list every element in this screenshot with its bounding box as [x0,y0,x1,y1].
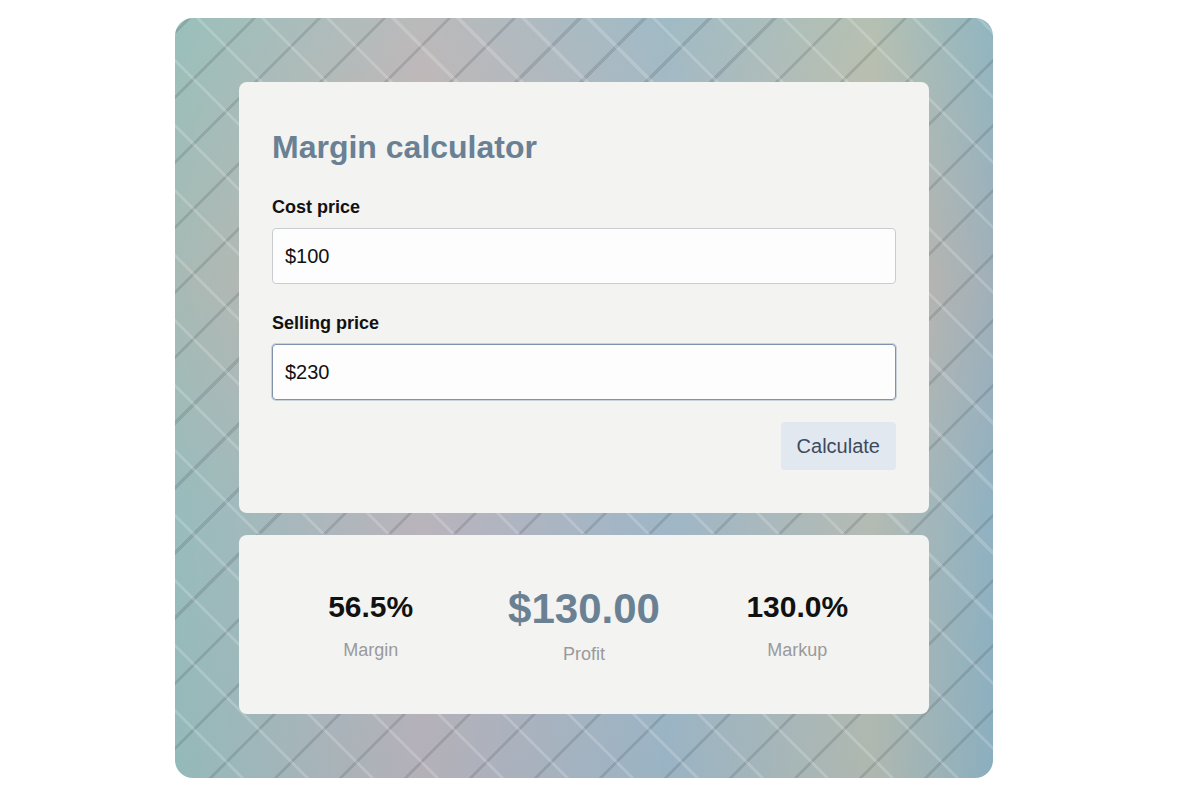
result-stat: $130.00 Profit [477,585,690,665]
result-value: 130.0% [746,589,848,625]
field-label: Selling price [272,312,896,334]
result-value: 56.5% [328,589,413,625]
result-label: Markup [767,639,827,661]
results-card: 56.5% Margin $130.00 Profit 130.0% Markup [239,535,929,714]
result-stat: 130.0% Markup [691,589,904,661]
result-label: Profit [563,643,605,665]
calculate-button[interactable]: Calculate [781,422,896,470]
form-field: Selling price [272,312,896,400]
price-input[interactable] [272,228,896,284]
calculator-card: Margin calculator Cost price Selling price… [239,82,929,513]
result-value: $130.00 [508,585,660,633]
background-photo: Margin calculator Cost price Selling price… [175,18,993,778]
field-label: Cost price [272,196,896,218]
actions: Calculate [272,422,896,470]
fields: Cost price Selling price [272,196,896,400]
calculator-title: Margin calculator [272,128,896,166]
form-field: Cost price [272,196,896,284]
result-stat: 56.5% Margin [264,589,477,661]
price-input[interactable] [272,344,896,400]
result-label: Margin [343,639,398,661]
